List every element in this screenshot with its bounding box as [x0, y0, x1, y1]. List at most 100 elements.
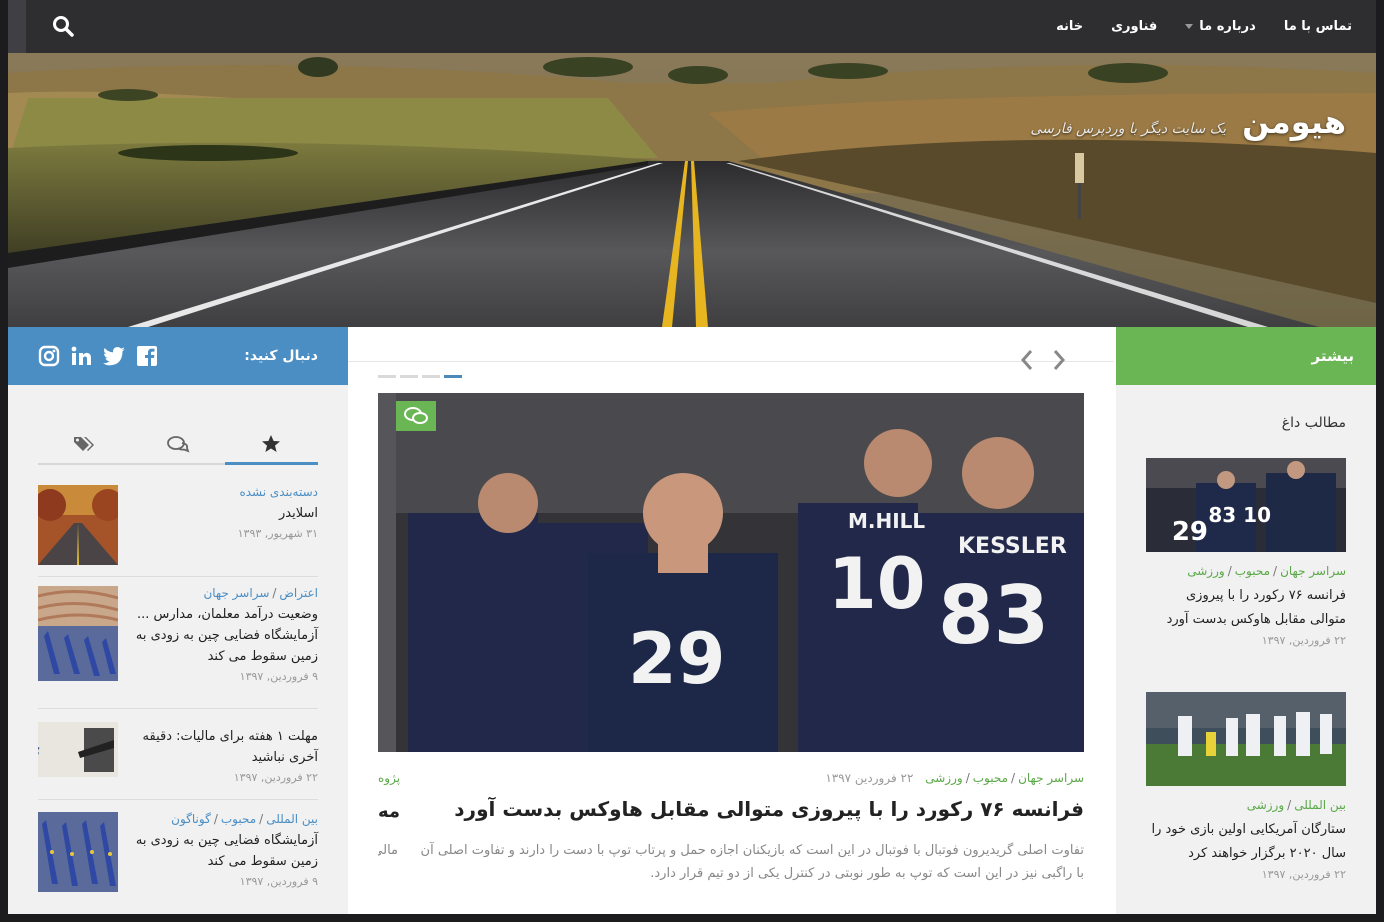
- follow-header: دنبال کنید:: [8, 327, 348, 385]
- slider-dot[interactable]: [400, 375, 418, 378]
- menu-label: فناوری: [1111, 19, 1158, 34]
- hot-post-card[interactable]: بین المللی/ورزشی ستارگان آمریکایی اولین …: [1146, 692, 1346, 881]
- instagram-icon[interactable]: [38, 345, 60, 367]
- category-link[interactable]: بین المللی: [266, 812, 318, 826]
- post-text: مهلت ۱ هفته برای مالیات: دقیقه آخری نباش…: [128, 722, 318, 784]
- divider: [348, 361, 1114, 362]
- post-thumbnail[interactable]: [38, 586, 118, 681]
- next-slide-title[interactable]: مه: [378, 801, 400, 822]
- main-menu: خانه فناوری درباره ما تماس با ما: [1042, 0, 1366, 53]
- featured-title[interactable]: فرانسه ۷۶ رکورد را با پیروزی متوالی مقاب…: [454, 797, 1084, 821]
- follow-label: دنبال کنید:: [244, 348, 318, 364]
- post-categories: بین المللی/محبوب/گوناگون: [171, 812, 318, 826]
- more-tab-header[interactable]: بیشتر: [1116, 327, 1376, 385]
- post-categories: اعتراض/سراسر جهان: [203, 586, 318, 600]
- divider: [38, 708, 318, 709]
- linkedin-icon[interactable]: [70, 345, 92, 367]
- category-link[interactable]: گوناگون: [171, 812, 211, 826]
- post-title[interactable]: آزمایشگاه فضایی چین به زودی به زمین سقوط…: [128, 830, 318, 872]
- category-link[interactable]: ورزشی: [925, 771, 962, 785]
- page: خانه فناوری درباره ما تماس با ما هیومن ی…: [8, 0, 1376, 914]
- category-link[interactable]: دسته‌بندی نشده: [239, 485, 318, 499]
- svg-text:M.HILL: M.HILL: [848, 509, 925, 533]
- top-nav: خانه فناوری درباره ما تماس با ما: [8, 0, 1376, 53]
- social-links: [38, 345, 158, 367]
- list-item[interactable]: بین المللی/محبوب/گوناگون آزمایشگاه فضایی…: [38, 812, 318, 912]
- post-text: دسته‌بندی نشده اسلایدر ۳۱ شهریور, ۱۳۹۳: [128, 485, 318, 540]
- menu-item-technology[interactable]: فناوری: [1097, 0, 1171, 53]
- left-sidebar: دنبال کنید: دسته: [8, 327, 348, 914]
- twitter-icon[interactable]: [102, 345, 126, 367]
- chevron-right-icon[interactable]: [1052, 349, 1066, 371]
- road-header-image: [8, 53, 1376, 327]
- post-title[interactable]: فرانسه ۷۶ رکورد را با پیروزی متوالی مقاب…: [1146, 584, 1346, 632]
- post-categories: سراسر جهان/محبوب/ورزشی: [1187, 564, 1346, 578]
- post-categories: دسته‌بندی نشده: [128, 485, 318, 499]
- tab-comments[interactable]: [131, 425, 224, 463]
- category-link[interactable]: اعتراض: [279, 586, 318, 600]
- slider-arrows: [1020, 349, 1066, 371]
- list-item[interactable]: اعتراض/سراسر جهان وضعیت درآمد معلمان، مد…: [38, 586, 318, 686]
- site-name[interactable]: هیومن: [1242, 103, 1346, 141]
- comments-badge[interactable]: [396, 401, 436, 431]
- post-thumbnail[interactable]: usiness: [38, 722, 118, 777]
- svg-text:KESSLER: KESSLER: [958, 534, 1067, 559]
- slider-dot[interactable]: [378, 375, 396, 378]
- post-title[interactable]: ستارگان آمریکایی اولین بازی خود را سال ۲…: [1146, 818, 1346, 866]
- category-link[interactable]: ورزشی: [1187, 564, 1224, 578]
- right-sidebar: بیشتر مطالب داغ 29 10 83 سراسر جهان/محبو…: [1116, 327, 1376, 914]
- category-link[interactable]: محبوب: [221, 812, 256, 826]
- menu-item-about[interactable]: درباره ما: [1171, 0, 1270, 53]
- comments-icon: [167, 436, 190, 453]
- svg-text:29: 29: [628, 618, 725, 700]
- svg-text:10 83: 10 83: [1208, 503, 1271, 527]
- svg-text:29: 29: [1172, 517, 1208, 547]
- post-thumbnail[interactable]: [38, 812, 118, 892]
- chevron-down-icon: [1185, 24, 1194, 29]
- featured-image[interactable]: 29 10 83 KESSLER M.HILL: [378, 393, 1084, 752]
- list-item[interactable]: usiness مهلت ۱ هفته برای مالیات: دقیقه آ…: [38, 722, 318, 822]
- next-slide-category[interactable]: پژوه: [378, 771, 400, 785]
- post-thumbnail[interactable]: [1146, 692, 1346, 786]
- menu-item-home[interactable]: خانه: [1042, 0, 1097, 53]
- post-title[interactable]: وضعیت درآمد معلمان، مدارس ... آزمایشگاه …: [128, 604, 318, 667]
- slider-dot-active[interactable]: [444, 375, 462, 378]
- post-thumbnail[interactable]: [38, 485, 118, 565]
- post-title[interactable]: اسلایدر: [128, 503, 318, 524]
- slider-dot[interactable]: [422, 375, 440, 378]
- category-link[interactable]: سراسر جهان: [1018, 771, 1084, 785]
- search-icon[interactable]: [52, 15, 74, 37]
- category-link[interactable]: محبوب: [973, 771, 1008, 785]
- site-brand: هیومن یک سایت دیگر با وردپرس فارسی: [1030, 103, 1346, 141]
- tab-popular[interactable]: [224, 425, 319, 465]
- site-tagline: یک سایت دیگر با وردپرس فارسی: [1030, 121, 1227, 137]
- post-title[interactable]: مهلت ۱ هفته برای مالیات: دقیقه آخری نباش…: [128, 726, 318, 768]
- featured-meta: سراسر جهان/محبوب/ورزشی ۲۲ فروردین ۱۳۹۷: [825, 771, 1084, 785]
- category-link[interactable]: ورزشی: [1247, 798, 1284, 812]
- post-date: ۳۱ شهریور, ۱۳۹۳: [237, 527, 318, 540]
- hot-posts-title: مطالب داغ: [1281, 415, 1346, 431]
- menu-label: خانه: [1056, 19, 1084, 34]
- list-item[interactable]: دسته‌بندی نشده اسلایدر ۳۱ شهریور, ۱۳۹۳: [38, 485, 318, 585]
- tab-tags[interactable]: [38, 425, 131, 463]
- menu-item-contact[interactable]: تماس با ما: [1270, 0, 1366, 53]
- featured-slider: 29 10 83 KESSLER M.HILL پژوه مه مالی شخ …: [348, 327, 1114, 914]
- post-date: ۲۲ فروردین, ۱۳۹۷: [233, 771, 318, 784]
- menu-label: درباره ما: [1199, 19, 1256, 34]
- facebook-icon[interactable]: [136, 345, 158, 367]
- post-categories: بین المللی/ورزشی: [1246, 798, 1346, 812]
- category-link[interactable]: محبوب: [1235, 564, 1270, 578]
- category-link[interactable]: سراسر جهان: [1280, 564, 1346, 578]
- post-text: بین المللی/محبوب/گوناگون آزمایشگاه فضایی…: [128, 812, 318, 888]
- tags-icon: [73, 437, 94, 451]
- hot-post-card[interactable]: 29 10 83 سراسر جهان/محبوب/ورزشی فرانسه ۷…: [1146, 458, 1346, 647]
- post-thumbnail[interactable]: 29 10 83: [1146, 458, 1346, 552]
- widget-tabs: [38, 425, 319, 465]
- chevron-left-icon[interactable]: [1020, 349, 1034, 371]
- site-header: هیومن یک سایت دیگر با وردپرس فارسی: [8, 53, 1376, 327]
- svg-text:83: 83: [938, 569, 1049, 662]
- post-date: ۲۲ فروردین, ۱۳۹۷: [1261, 868, 1346, 881]
- category-link[interactable]: سراسر جهان: [203, 586, 269, 600]
- star-icon: [262, 435, 281, 452]
- category-link[interactable]: بین المللی: [1294, 798, 1346, 812]
